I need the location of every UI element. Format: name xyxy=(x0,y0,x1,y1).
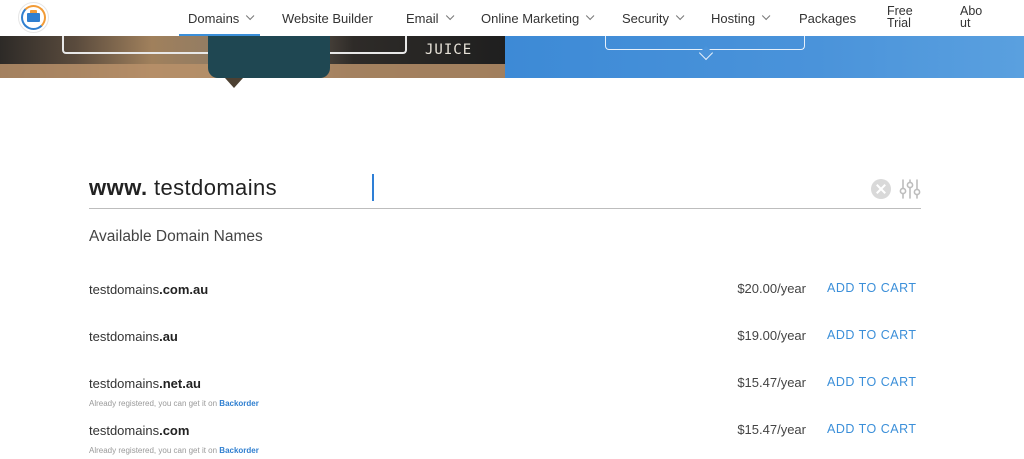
domain-name-base: testdomains xyxy=(89,329,160,344)
nav-free-trial[interactable]: Free Trial xyxy=(887,0,913,36)
hero-apron xyxy=(208,36,330,78)
nav-website-builder[interactable]: Website Builder xyxy=(282,0,373,36)
nav-free-trial-label: Free Trial xyxy=(887,4,913,30)
nav-email-label: Email xyxy=(406,10,439,26)
domain-price: $19.00/year xyxy=(737,328,806,343)
chevron-down-icon xyxy=(761,11,771,21)
domain-search-field[interactable]: www. testdomains xyxy=(89,170,921,209)
chevron-down-icon xyxy=(586,11,595,21)
nav-packages[interactable]: Packages xyxy=(799,0,856,36)
nav-domains-label: Domains xyxy=(188,10,240,26)
backorder-link[interactable]: Backorder xyxy=(219,446,259,455)
add-to-cart-button[interactable]: ADD TO CART xyxy=(827,328,917,342)
domain-tld: .com.au xyxy=(159,282,209,297)
search-prefix: www. xyxy=(89,175,148,200)
domain-name: testdomains.net.au xyxy=(89,376,201,391)
hero-photo-blue xyxy=(505,36,1024,78)
hero-sign-text: JUICE xyxy=(425,42,473,58)
nav-online-marketing[interactable]: Online Marketing xyxy=(481,0,595,36)
results-title: Available Domain Names xyxy=(89,228,263,245)
backorder-note-text: Already registered, you can get it on xyxy=(89,446,220,455)
brand-logo[interactable] xyxy=(18,2,49,33)
domain-name-base: testdomains xyxy=(89,376,160,391)
add-to-cart-button[interactable]: ADD TO CART xyxy=(827,422,917,436)
domain-tld: .au xyxy=(159,329,178,344)
nav-about-label: Abo ut xyxy=(960,4,983,30)
nav-website-builder-label: Website Builder xyxy=(282,10,373,26)
search-input[interactable]: testdomains xyxy=(154,175,277,201)
domain-name-base: testdomains xyxy=(89,282,160,297)
nav-domains[interactable]: Domains xyxy=(178,0,261,36)
domain-row: testdomains.com Already registered, you … xyxy=(89,422,921,459)
domain-name-base: testdomains xyxy=(89,423,160,438)
backorder-note-text: Already registered, you can get it on xyxy=(89,399,220,408)
hero-banner: JUICE xyxy=(0,36,1024,78)
backorder-note: Already registered, you can get it on Ba… xyxy=(89,399,259,408)
backorder-link[interactable]: Backorder xyxy=(219,399,259,408)
domain-price: $20.00/year xyxy=(737,281,806,296)
nav-online-marketing-label: Online Marketing xyxy=(481,10,580,26)
sliders-icon[interactable] xyxy=(899,178,921,200)
backorder-note: Already registered, you can get it on Ba… xyxy=(89,446,259,455)
domain-row: testdomains.net.au Already registered, y… xyxy=(89,375,921,416)
domain-name: testdomains.au xyxy=(89,329,178,344)
nav-email[interactable]: Email xyxy=(406,0,454,36)
nav-about[interactable]: Abo ut xyxy=(960,0,982,36)
domain-name: testdomains.com.au xyxy=(89,282,208,297)
top-navigation: Domains Website Builder Email Online Mar… xyxy=(0,0,1024,36)
nav-hosting[interactable]: Hosting xyxy=(711,0,771,36)
chevron-down-icon xyxy=(445,11,454,21)
domain-tld: .net.au xyxy=(159,376,201,391)
nav-packages-label: Packages xyxy=(799,10,857,26)
chevron-down-icon xyxy=(246,11,255,21)
nav-hosting-label: Hosting xyxy=(711,10,756,26)
clear-circle-icon[interactable] xyxy=(871,179,891,199)
text-caret xyxy=(372,174,374,201)
domain-row: testdomains.au $19.00/year ADD TO CART xyxy=(89,328,921,369)
add-to-cart-button[interactable]: ADD TO CART xyxy=(827,281,917,295)
domain-price: $15.47/year xyxy=(737,422,806,437)
domain-tld: .com xyxy=(159,423,190,438)
nav-security[interactable]: Security xyxy=(622,0,685,36)
hero-pointer-arrow xyxy=(225,78,243,88)
chevron-down-icon xyxy=(675,11,685,21)
hero-photo-cafe: JUICE xyxy=(0,36,505,78)
logo-box xyxy=(27,13,40,22)
domain-row: testdomains.com.au $20.00/year ADD TO CA… xyxy=(89,281,921,322)
domain-name: testdomains.com xyxy=(89,423,189,438)
domain-price: $15.47/year xyxy=(737,375,806,390)
add-to-cart-button[interactable]: ADD TO CART xyxy=(827,375,917,389)
nav-security-label: Security xyxy=(622,10,669,26)
